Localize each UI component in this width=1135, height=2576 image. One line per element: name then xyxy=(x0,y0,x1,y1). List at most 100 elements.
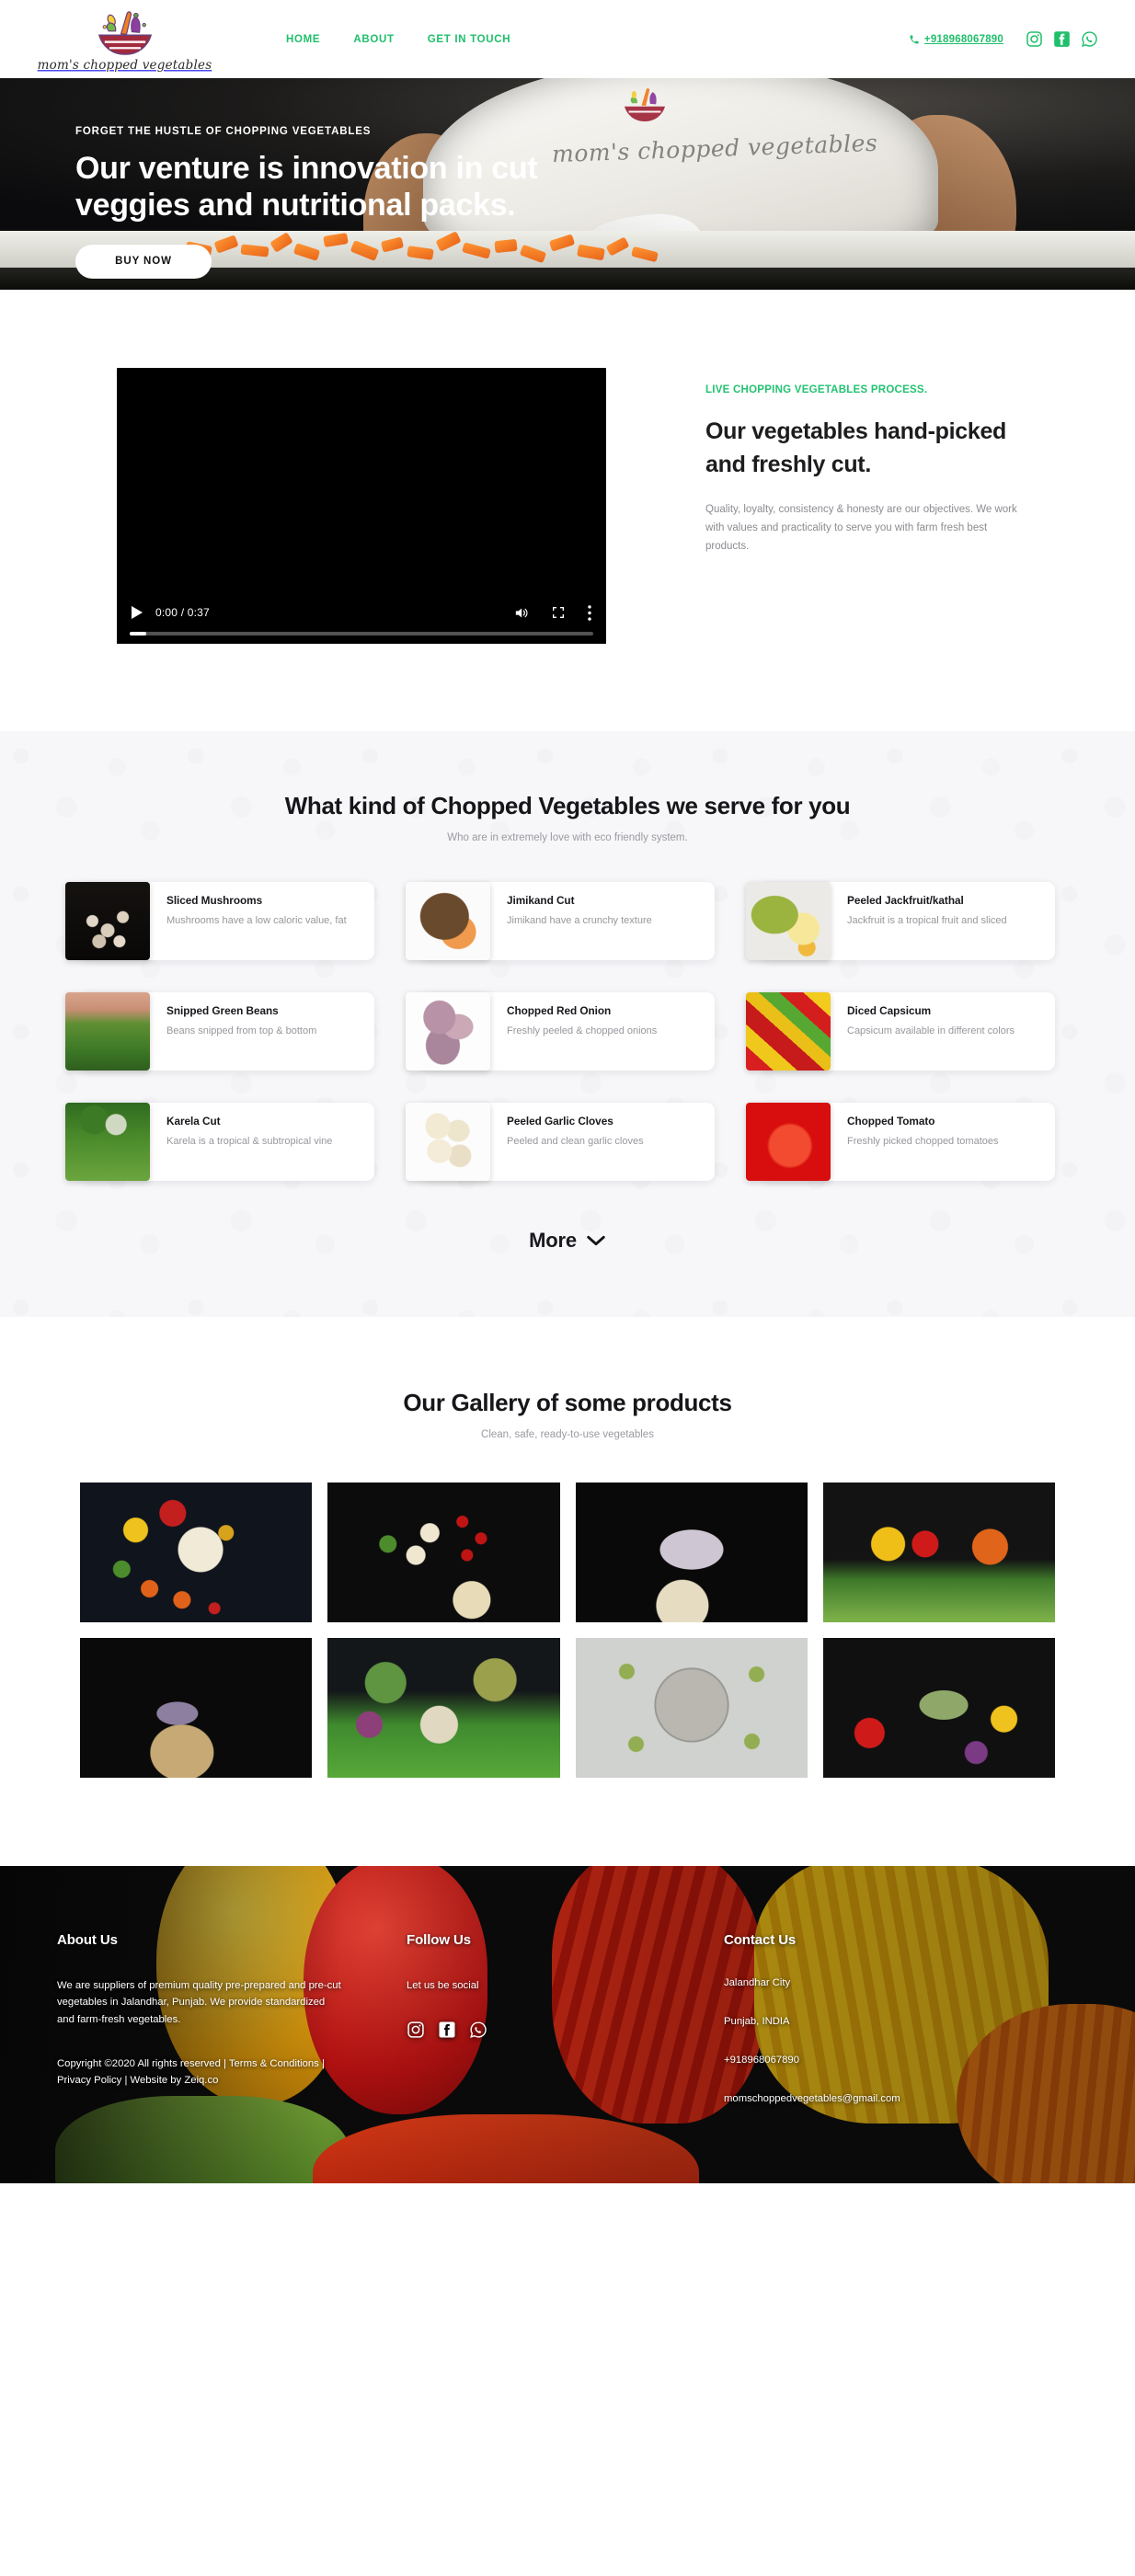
whatsapp-icon[interactable] xyxy=(469,2021,487,2039)
footer-follow-heading: Follow Us xyxy=(407,1932,471,1948)
product-title: Chopped Red Onion xyxy=(507,1004,612,1017)
nav-item-about[interactable]: ABOUT xyxy=(353,34,394,45)
vegetable-bowl-logo-icon xyxy=(97,11,152,55)
phone-icon xyxy=(910,35,919,43)
header-phone-link[interactable]: +918968067890 xyxy=(909,34,1003,45)
product-desc: Capsicum available in different colors xyxy=(847,1025,1015,1036)
hero-content: FORGET THE HUSTLE OF CHOPPING VEGETABLES… xyxy=(75,126,572,279)
site-footer: About Us We are suppliers of premium qua… xyxy=(0,1866,1135,2183)
gallery-item[interactable] xyxy=(575,1638,808,1778)
product-desc: Jackfruit is a tropical fruit and sliced xyxy=(847,915,1007,926)
gallery-section: Our Gallery of some products Clean, safe… xyxy=(0,1317,1135,1866)
gallery-item[interactable] xyxy=(822,1638,1055,1778)
product-card[interactable]: Sliced Mushrooms Mushrooms have a low ca… xyxy=(65,882,374,960)
footer-about-heading: About Us xyxy=(57,1932,118,1948)
instagram-icon[interactable] xyxy=(407,2021,425,2039)
video-controls-right xyxy=(513,604,591,621)
more-button[interactable]: More xyxy=(529,1229,606,1253)
more-row: More xyxy=(0,1229,1135,1253)
footer-about-column: About Us We are suppliers of premium qua… xyxy=(57,1932,407,2104)
footer-contact-city: Jalandhar City xyxy=(724,1977,791,1988)
product-image-snipped-green-beans xyxy=(65,992,150,1070)
product-title: Karela Cut xyxy=(166,1115,221,1128)
products-section: What kind of Chopped Vegetables we serve… xyxy=(0,731,1135,1317)
header-right: +918968067890 xyxy=(909,30,1098,48)
footer-contact-email[interactable]: momschoppedvegetables@gmail.com xyxy=(724,2093,1078,2104)
footer-about-text: We are suppliers of premium quality pre-… xyxy=(57,1980,341,2025)
footer-contact-heading: Contact Us xyxy=(724,1932,797,1948)
product-card[interactable]: Snipped Green Beans Beans snipped from t… xyxy=(65,992,374,1070)
video-paragraph: Quality, loyalty, consistency & honesty … xyxy=(705,504,1017,552)
play-icon[interactable] xyxy=(132,606,143,619)
product-image-diced-capsicum xyxy=(746,992,831,1070)
footer-follow-text: Let us be social xyxy=(407,1980,479,1991)
gallery-item[interactable] xyxy=(327,1638,560,1778)
product-card[interactable]: Jimikand Cut Jimikand have a crunchy tex… xyxy=(406,882,715,960)
products-subtitle: Who are in extremely love with eco frien… xyxy=(447,832,688,843)
product-card[interactable]: Diced Capsicum Capsicum available in dif… xyxy=(746,992,1055,1070)
instagram-icon[interactable] xyxy=(1026,30,1043,48)
product-title: Sliced Mushrooms xyxy=(166,894,263,907)
nav-item-get-in-touch[interactable]: GET IN TOUCH xyxy=(428,34,511,45)
product-card[interactable]: Chopped Red Onion Freshly peeled & chopp… xyxy=(406,992,715,1070)
video-section: 0:00 / 0:37 LIVE CHOPPING VEGETABLES PRO… xyxy=(0,290,1135,731)
site-header: mom's chopped vegetables HOME ABOUT GET … xyxy=(0,0,1135,78)
footer-contact-state: Punjab, INDIA xyxy=(724,2016,790,2027)
gallery-item[interactable] xyxy=(80,1483,313,1622)
nav-item-home[interactable]: HOME xyxy=(286,34,320,45)
product-card[interactable]: Karela Cut Karela is a tropical & subtro… xyxy=(65,1103,374,1181)
more-button-label: More xyxy=(529,1229,577,1252)
more-options-icon[interactable] xyxy=(588,604,591,621)
volume-icon[interactable] xyxy=(513,605,529,621)
product-card[interactable]: Chopped Tomato Freshly picked chopped to… xyxy=(746,1103,1055,1181)
product-image-peeled-garlic-cloves xyxy=(406,1103,490,1181)
footer-contact-phone[interactable]: +918968067890 xyxy=(724,2055,1078,2066)
video-player[interactable]: 0:00 / 0:37 xyxy=(117,368,606,644)
main-navigation: HOME ABOUT GET IN TOUCH xyxy=(286,34,510,45)
video-progress-bar[interactable] xyxy=(130,632,593,635)
gallery-item[interactable] xyxy=(80,1638,313,1778)
product-desc: Freshly picked chopped tomatoes xyxy=(847,1136,999,1147)
product-card[interactable]: Peeled Jackfruit/kathal Jackfruit is a t… xyxy=(746,882,1055,960)
products-title: What kind of Chopped Vegetables we serve… xyxy=(284,792,851,819)
header-social-links xyxy=(1026,30,1098,48)
video-controls: 0:00 / 0:37 xyxy=(117,594,606,644)
product-desc: Jimikand have a crunchy texture xyxy=(507,915,652,926)
product-desc: Peeled and clean garlic cloves xyxy=(507,1136,644,1147)
gallery-subtitle: Clean, safe, ready-to-use vegetables xyxy=(481,1429,654,1440)
product-image-peeled-jackfruit xyxy=(746,882,831,960)
video-timecode: 0:00 / 0:37 xyxy=(155,606,210,619)
footer-columns: About Us We are suppliers of premium qua… xyxy=(57,1866,1078,2104)
product-title: Jimikand Cut xyxy=(507,894,575,907)
gallery-item[interactable] xyxy=(822,1483,1055,1622)
product-title: Diced Capsicum xyxy=(847,1004,932,1017)
gallery-item[interactable] xyxy=(575,1483,808,1622)
product-image-karela-cut xyxy=(65,1103,150,1181)
video-copy: LIVE CHOPPING VEGETABLES PROCESS. Our ve… xyxy=(705,368,1018,644)
fullscreen-icon[interactable] xyxy=(551,605,566,620)
product-image-jimikand-cut xyxy=(406,882,490,960)
product-card[interactable]: Peeled Garlic Cloves Peeled and clean ga… xyxy=(406,1103,715,1181)
site-logo[interactable]: mom's chopped vegetables xyxy=(38,6,212,73)
chevron-down-icon xyxy=(587,1235,605,1246)
gallery-item[interactable] xyxy=(327,1483,560,1622)
product-image-chopped-tomato xyxy=(746,1103,831,1181)
gallery-grid xyxy=(80,1483,1055,1778)
product-title: Snipped Green Beans xyxy=(166,1004,279,1017)
product-image-sliced-mushrooms xyxy=(65,882,150,960)
product-desc: Karela is a tropical & subtropical vine xyxy=(166,1136,333,1147)
footer-social-links xyxy=(407,2021,724,2039)
product-desc: Beans snipped from top & bottom xyxy=(166,1025,317,1036)
product-title: Chopped Tomato xyxy=(847,1115,935,1128)
gallery-title: Our Gallery of some products xyxy=(403,1389,732,1416)
whatsapp-icon[interactable] xyxy=(1081,30,1098,48)
facebook-icon[interactable] xyxy=(438,2021,456,2039)
product-desc: Freshly peeled & chopped onions xyxy=(507,1025,658,1036)
buy-now-button[interactable]: BUY NOW xyxy=(75,244,212,279)
video-heading: Our vegetables hand-picked and freshly c… xyxy=(705,418,1007,477)
hero-banner: mom's chopped vegetables FORGET THE HUST xyxy=(0,78,1135,290)
facebook-icon[interactable] xyxy=(1053,30,1071,48)
video-eyebrow: LIVE CHOPPING VEGETABLES PROCESS. xyxy=(705,384,928,395)
footer-copyright[interactable]: Copyright ©2020 All rights reserved | Te… xyxy=(57,2055,333,2089)
shirt-logo-icon xyxy=(624,87,666,121)
